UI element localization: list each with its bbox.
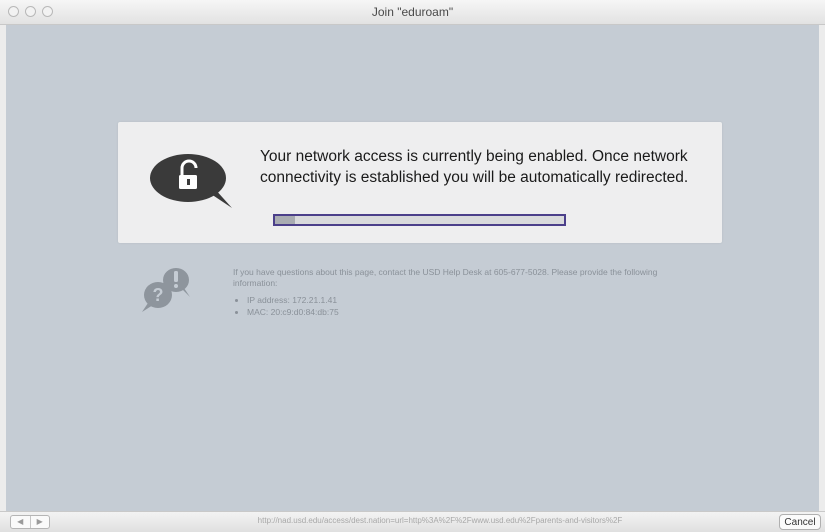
browser-window: Join "eduroam" Your network access is cu… xyxy=(0,0,825,532)
device-info-list: IP address: 172.21.1.41 MAC: 20:c9:d0:84… xyxy=(233,295,693,318)
back-button[interactable]: ◀ xyxy=(11,516,31,528)
title-bar: Join "eduroam" xyxy=(0,0,825,25)
status-card: Your network access is currently being e… xyxy=(118,122,722,243)
lock-speech-bubble-icon xyxy=(150,154,232,208)
mac-address-item: MAC: 20:c9:d0:84:db:75 xyxy=(247,307,693,318)
captive-portal-page: Your network access is currently being e… xyxy=(6,25,819,511)
help-description: If you have questions about this page, c… xyxy=(233,267,658,288)
forward-button[interactable]: ▶ xyxy=(31,516,50,528)
navigation-buttons: ◀ ▶ xyxy=(10,515,50,529)
window-title: Join "eduroam" xyxy=(371,5,454,19)
progress-bar xyxy=(273,214,566,226)
cancel-button[interactable]: Cancel xyxy=(779,514,821,530)
ip-address-item: IP address: 172.21.1.41 xyxy=(247,295,693,306)
question-exclamation-bubbles-icon: ? xyxy=(142,268,190,312)
svg-text:?: ? xyxy=(153,285,164,305)
status-url: http://nad.usd.edu/access/dest.nation=ur… xyxy=(257,516,623,525)
help-info: If you have questions about this page, c… xyxy=(233,267,693,319)
status-bar: ◀ ▶ http://nad.usd.edu/access/dest.natio… xyxy=(0,511,825,532)
progress-fill xyxy=(275,216,296,224)
status-message: Your network access is currently being e… xyxy=(260,148,689,186)
